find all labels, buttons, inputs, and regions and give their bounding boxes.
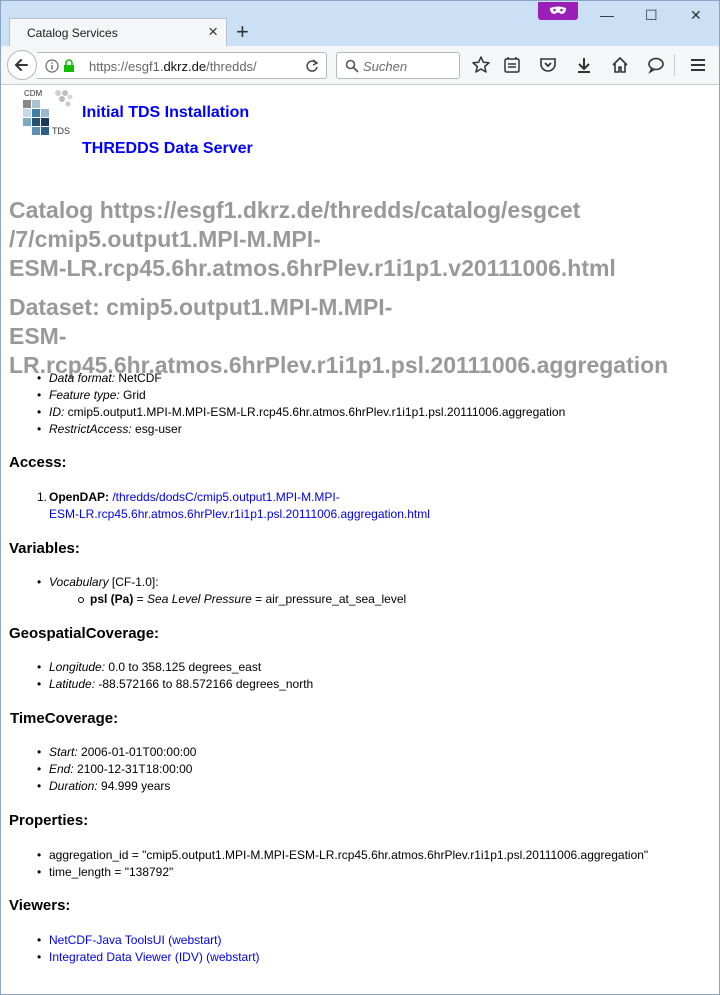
chat-bubble-icon[interactable]	[646, 55, 666, 75]
list-item: Duration: 94.999 years	[37, 778, 196, 795]
minimize-icon[interactable]: —	[600, 6, 614, 24]
access-item-number: 1.	[37, 490, 48, 504]
dataset-heading: Dataset: cmip5.output1.MPI-M.MPI- ESM-LR…	[9, 294, 669, 378]
list-item: Start: 2006-01-01T00:00:00	[37, 744, 196, 761]
menu-icon[interactable]	[688, 55, 708, 75]
properties-heading: Properties:	[9, 812, 89, 829]
list-item: NetCDF-Java ToolsUI (webstart)	[37, 932, 260, 949]
geospatial-heading: GeospatialCoverage:	[9, 625, 160, 642]
lock-icon[interactable]	[63, 59, 75, 73]
link-initial-tds-installation[interactable]: Initial TDS Installation	[82, 104, 249, 122]
time-coverage-heading: TimeCoverage:	[10, 710, 119, 727]
idv-link[interactable]: Integrated Data Viewer (IDV) (webstart)	[49, 950, 260, 964]
reading-list-icon[interactable]	[502, 55, 522, 75]
access-item: OpenDAP: /thredds/dodsC/cmip5.output1.MP…	[49, 489, 430, 523]
page-content: CDM TDS Initial TDS Installation THREDDS…	[1, 85, 719, 993]
catalog-heading: Catalog https://esgf1.dkrz.de/thredds/ca…	[9, 197, 616, 281]
pocket-icon[interactable]	[538, 55, 558, 75]
close-tab-icon[interactable]: ×	[208, 23, 218, 41]
variable-sublist: psl (Pa) = Sea Level Pressure = air_pres…	[77, 591, 407, 608]
list-item: Vocabulary [CF-1.0]:	[37, 574, 159, 591]
variables-heading: Variables:	[9, 540, 80, 557]
bookmark-star-icon[interactable]	[471, 55, 491, 75]
url-text: https://esgf1.dkrz.de/thredds/	[89, 59, 257, 74]
viewers-list: NetCDF-Java ToolsUI (webstart) Integrate…	[37, 932, 260, 966]
list-item: Integrated Data Viewer (IDV) (webstart)	[37, 949, 260, 966]
close-window-icon[interactable]: ✕	[690, 6, 702, 24]
list-item: Data format: NetCDF	[37, 370, 565, 387]
tab-catalog-services[interactable]: Catalog Services ×	[9, 18, 227, 47]
list-item: RestrictAccess: esg-user	[37, 421, 565, 438]
reload-icon[interactable]	[305, 59, 319, 73]
navigation-toolbar: https://esgf1.dkrz.de/thredds/ Suchen	[1, 46, 719, 85]
tds-logo: CDM TDS	[23, 89, 73, 142]
logo-text-cdm: CDM	[24, 89, 43, 98]
list-item: Longitude: 0.0 to 358.125 degrees_east	[37, 659, 313, 676]
netcdf-toolsui-link[interactable]: NetCDF-Java ToolsUI (webstart)	[49, 933, 222, 947]
search-icon	[345, 59, 359, 73]
search-placeholder: Suchen	[363, 59, 408, 74]
list-item: ID: cmip5.output1.MPI-M.MPI-ESM-LR.rcp45…	[37, 404, 565, 421]
list-item: time_length = "138792"	[37, 864, 648, 881]
variable-item: psl (Pa) = Sea Level Pressure = air_pres…	[77, 592, 407, 606]
list-item: Latitude: -88.572166 to 88.572166 degree…	[37, 676, 313, 693]
list-item: Feature type: Grid	[37, 387, 565, 404]
properties-list: aggregation_id = "cmip5.output1.MPI-M.MP…	[37, 847, 648, 881]
access-heading: Access:	[9, 454, 67, 471]
search-input[interactable]: Suchen	[336, 52, 460, 79]
opendap-label: OpenDAP:	[49, 490, 109, 504]
new-tab-icon[interactable]: +	[236, 20, 249, 44]
private-mask-icon[interactable]	[538, 2, 578, 20]
list-item: aggregation_id = "cmip5.output1.MPI-M.MP…	[37, 847, 648, 864]
geospatial-list: Longitude: 0.0 to 358.125 degrees_east L…	[37, 659, 313, 693]
home-icon[interactable]	[610, 55, 630, 75]
logo-text-tds: TDS	[52, 126, 70, 136]
title-bar: Catalog Services × + — ☐ ✕	[1, 1, 719, 47]
info-icon[interactable]	[45, 59, 59, 73]
tab-title: Catalog Services	[27, 26, 118, 40]
download-icon[interactable]	[574, 55, 594, 75]
back-arrow-icon	[14, 59, 28, 71]
viewers-heading: Viewers:	[9, 897, 71, 914]
dataset-info-list: Data format: NetCDF Feature type: Grid I…	[37, 370, 565, 438]
link-thredds-data-server[interactable]: THREDDS Data Server	[82, 140, 253, 158]
time-coverage-list: Start: 2006-01-01T00:00:00 End: 2100-12-…	[37, 744, 196, 795]
maximize-icon[interactable]: ☐	[645, 6, 658, 24]
address-bar[interactable]: https://esgf1.dkrz.de/thredds/	[37, 52, 327, 79]
toolbar-divider	[674, 54, 675, 76]
back-button[interactable]	[7, 50, 37, 80]
variables-list: Vocabulary [CF-1.0]:	[37, 574, 159, 591]
list-item: End: 2100-12-31T18:00:00	[37, 761, 196, 778]
